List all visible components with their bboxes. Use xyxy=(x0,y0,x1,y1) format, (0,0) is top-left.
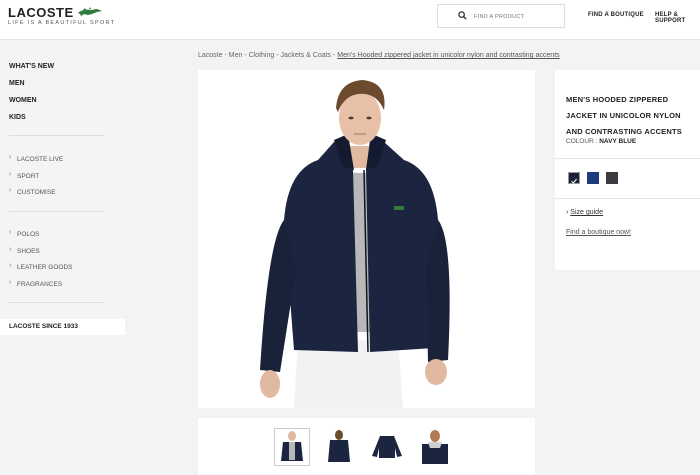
nav-customise[interactable]: › CUSTOMISE xyxy=(9,187,63,205)
chevron-right-icon: › xyxy=(9,229,12,236)
nav-label: CUSTOMISE xyxy=(17,189,56,196)
colour-label: COLOUR : xyxy=(566,138,598,145)
find-a-boutique-link[interactable]: FIND A BOUTIQUE xyxy=(588,12,644,18)
tagline: LIFE IS A BEAUTIFUL SPORT xyxy=(8,20,116,26)
swatch-charcoal[interactable] xyxy=(606,172,618,184)
colour-line: COLOUR : NAVY BLUE xyxy=(566,138,636,145)
nav-label: SPORT xyxy=(17,172,40,180)
size-guide-label: Size guide xyxy=(570,209,603,216)
product-info-panel: MEN'S HOODED ZIPPERED JACKET IN UNICOLOR… xyxy=(555,70,700,270)
search-box[interactable] xyxy=(437,4,565,28)
nav-label: SHOES xyxy=(17,247,40,255)
check-icon xyxy=(571,178,577,184)
thumbnail-front[interactable] xyxy=(274,428,310,466)
search-input[interactable] xyxy=(474,9,560,24)
thumbnail-image xyxy=(328,430,350,462)
nav-polos[interactable]: › POLOS xyxy=(9,229,73,247)
nav-leather-goods[interactable]: › LEATHER GOODS xyxy=(9,262,73,280)
product-title: MEN'S HOODED ZIPPERED JACKET IN UNICOLOR… xyxy=(566,95,682,136)
chevron-right-icon: › xyxy=(9,154,12,161)
nav-label: LACOSTE LIVE xyxy=(17,156,64,163)
breadcrumb-path[interactable]: Lacoste - Men - Clothing - Jackets & Coa… xyxy=(198,52,337,59)
nav-fragrances[interactable]: › FRAGRANCES xyxy=(9,278,73,297)
logo-wordmark: LACOSTE xyxy=(8,5,74,20)
breadcrumb-current[interactable]: Men's Hooded zippered jacket in unicolor… xyxy=(337,52,559,59)
sidebar-divider xyxy=(9,302,104,303)
info-divider xyxy=(555,158,700,159)
find-boutique-now-link[interactable]: Find a boutique now! xyxy=(566,229,631,236)
lacoste-logo[interactable]: LACOSTE LIFE IS A BEAUTIFUL SPORT xyxy=(8,4,114,26)
swatch-blue[interactable] xyxy=(587,172,599,184)
size-guide-link[interactable]: › Size guide xyxy=(566,209,603,216)
product-main-image[interactable] xyxy=(198,70,535,408)
chevron-right-icon: › xyxy=(9,262,12,269)
thumbnail-detail[interactable] xyxy=(418,428,454,466)
nav-group-lacoste: › LACOSTE LIVE › SPORT › CUSTOMISE xyxy=(9,154,64,205)
nav-label: FRAGRANCES xyxy=(17,280,63,288)
sidebar: WHAT'S NEW MEN WOMEN KIDS › LACOSTE LIVE … xyxy=(0,40,125,475)
nav-group-categories: › POLOS › SHOES › LEATHER GOODS › FRAGRANCES xyxy=(9,229,73,297)
search-icon xyxy=(458,11,467,20)
nav-label: LEATHER GOODS xyxy=(17,264,73,271)
colour-value: NAVY BLUE xyxy=(599,138,637,145)
nav-lacoste-since-1933[interactable]: LACOSTE SINCE 1933 xyxy=(0,319,125,335)
thumbnail-flat[interactable] xyxy=(370,428,406,466)
main-nav: WHAT'S NEW MEN WOMEN KIDS xyxy=(9,62,54,130)
chevron-right-icon: › xyxy=(9,187,12,194)
model-wearing-jacket-image xyxy=(260,80,450,408)
thumbnail-image xyxy=(422,430,448,464)
thumbnail-strip xyxy=(198,418,535,475)
chevron-right-icon: › xyxy=(9,170,12,178)
sidebar-divider xyxy=(9,211,104,212)
chevron-right-icon: › xyxy=(9,278,12,286)
nav-whats-new[interactable]: WHAT'S NEW xyxy=(9,62,54,79)
info-divider xyxy=(555,198,700,199)
nav-label: POLOS xyxy=(17,231,40,238)
nav-lacoste-live[interactable]: › LACOSTE LIVE xyxy=(9,154,64,172)
breadcrumb: Lacoste - Men - Clothing - Jackets & Coa… xyxy=(198,52,560,59)
thumbnail-image xyxy=(372,436,402,458)
nav-kids[interactable]: KIDS xyxy=(9,113,54,130)
crocodile-icon xyxy=(78,7,102,16)
chevron-right-icon: › xyxy=(9,245,12,253)
help-support-link[interactable]: HELP & SUPPORT xyxy=(655,12,700,24)
site-header: LACOSTE LIFE IS A BEAUTIFUL SPORT FIND A… xyxy=(0,0,700,40)
nav-shoes[interactable]: › SHOES xyxy=(9,245,73,264)
sidebar-divider xyxy=(9,135,104,136)
thumbnail-image xyxy=(281,431,303,461)
nav-sport[interactable]: › SPORT xyxy=(9,170,63,189)
thumbnail-back[interactable] xyxy=(322,428,358,466)
nav-men[interactable]: MEN xyxy=(9,79,54,96)
swatch-navy-blue-selected[interactable] xyxy=(568,172,580,184)
nav-women[interactable]: WOMEN xyxy=(9,96,54,113)
